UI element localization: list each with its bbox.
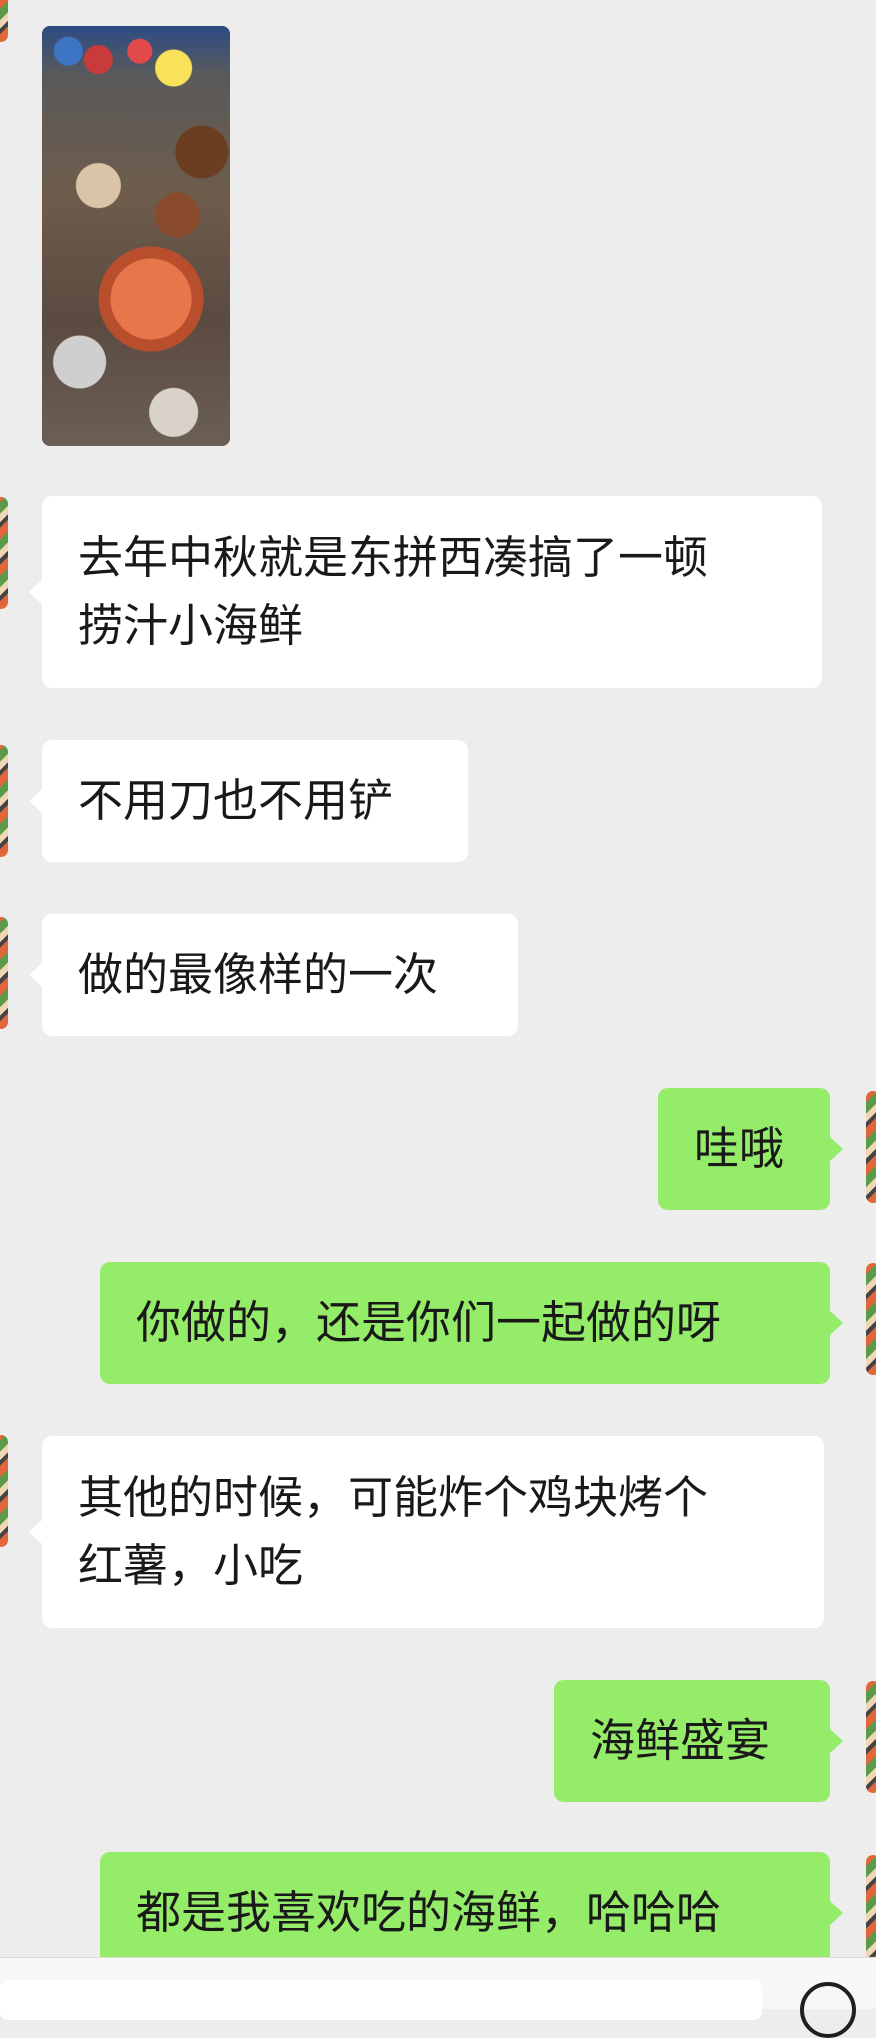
outgoing-message-bubble[interactable]: 你做的，还是你们一起做的呀 [100,1262,843,1384]
contact-avatar[interactable] [0,497,8,609]
message-text: 不用刀也不用铲 [78,774,394,827]
message-text: 海鲜盛宴 [590,1714,771,1767]
message-text: 其他的时候，可能炸个鸡块烤个 红薯，小吃 [78,1471,709,1592]
my-avatar[interactable] [866,1681,876,1793]
contact-avatar[interactable] [0,745,8,857]
message-text: 哇哦 [694,1122,785,1175]
outgoing-message-bubble[interactable]: 哇哦 [658,1088,843,1210]
message-text: 做的最像样的一次 [78,948,439,1001]
my-avatar[interactable] [866,1263,876,1375]
composer-bar [0,1957,876,2038]
incoming-message-bubble[interactable]: 去年中秋就是东拼西凑搞了一顿 捞汁小海鲜 [29,496,822,688]
contact-avatar[interactable] [0,1435,8,1547]
message-text: 都是我喜欢吃的海鲜，哈哈哈 [136,1886,722,1939]
incoming-message-bubble[interactable]: 不用刀也不用铲 [29,740,468,862]
message-input[interactable] [0,1980,762,2020]
contact-avatar[interactable] [0,0,8,42]
contact-avatar[interactable] [0,917,8,1029]
my-avatar[interactable] [866,1855,876,1967]
voice-icon[interactable] [800,1982,856,2038]
my-avatar[interactable] [866,1091,876,1203]
outgoing-message-bubble[interactable]: 都是我喜欢吃的海鲜，哈哈哈 [100,1852,843,1974]
message-text: 去年中秋就是东拼西凑搞了一顿 捞汁小海鲜 [78,531,709,652]
incoming-message-bubble[interactable]: 其他的时候，可能炸个鸡块烤个 红薯，小吃 [29,1436,824,1628]
message-text: 你做的，还是你们一起做的呀 [136,1296,722,1349]
image-message[interactable] [42,26,230,446]
incoming-message-bubble[interactable]: 做的最像样的一次 [29,914,518,1036]
food-photo [42,26,230,446]
outgoing-message-bubble[interactable]: 海鲜盛宴 [554,1680,843,1802]
